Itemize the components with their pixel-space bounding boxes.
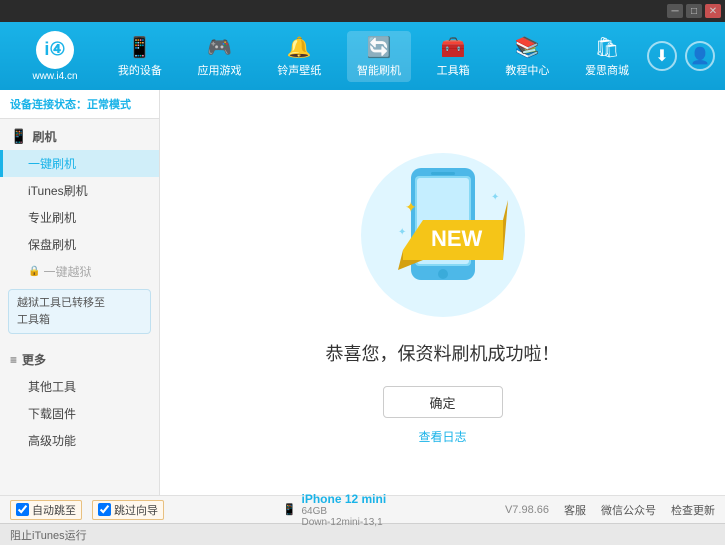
jailbreak-info-box: 越狱工具已转移至工具箱 <box>8 289 151 334</box>
logo-icon: i④ <box>36 31 74 69</box>
sidebar-item-one-click-flash[interactable]: 一键刷机 <box>0 150 159 177</box>
nav-item-tutorials[interactable]: 📚 教程中心 <box>495 31 559 82</box>
close-btn[interactable]: ✕ <box>705 4 721 18</box>
restore-btn[interactable]: □ <box>686 4 702 18</box>
sidebar: 设备连接状态：正常模式 📱 刷机 一键刷机 iTunes刷机 专业刷机 保盘刷机… <box>0 90 160 495</box>
nav-label-apps: 应用游戏 <box>198 62 242 78</box>
apps-icon: 🎮 <box>207 35 232 60</box>
flash-section: 📱 刷机 一键刷机 iTunes刷机 专业刷机 保盘刷机 🔒 一键越狱 越狱工具… <box>0 119 159 342</box>
wechat-link[interactable]: 微信公众号 <box>601 502 656 518</box>
nav-items: 📱 我的设备 🎮 应用游戏 🔔 铃声壁纸 🔄 智能刷机 🧰 工具箱 📚 教程中心… <box>100 31 647 82</box>
sidebar-item-jailbreak: 🔒 一键越狱 <box>0 258 159 285</box>
ringtones-icon: 🔔 <box>287 35 312 60</box>
header: i④ www.i4.cn 📱 我的设备 🎮 应用游戏 🔔 铃声壁纸 🔄 智能刷机… <box>0 22 725 90</box>
more-section: ≡ 更多 其他工具 下载固件 高级功能 <box>0 342 159 458</box>
view-log-link[interactable]: 查看日志 <box>418 428 466 445</box>
nav-label-store: 爱思商城 <box>585 62 629 78</box>
tutorials-icon: 📚 <box>515 35 540 60</box>
nav-label-smart-flash: 智能刷机 <box>357 62 401 78</box>
device-details: iPhone 12 mini 64GB Down-12mini-13,1 <box>301 492 386 528</box>
svg-text:NEW: NEW <box>431 226 483 251</box>
logo-area: i④ www.i4.cn <box>10 31 100 82</box>
bottom-bar: 自动跳至 跳过向导 📱 iPhone 12 mini 64GB Down-12m… <box>0 495 725 523</box>
logo-text: www.i4.cn <box>32 71 77 82</box>
nav-label-ringtones: 铃声壁纸 <box>277 62 321 78</box>
skip-guide-input[interactable] <box>98 503 111 516</box>
nav-item-apps[interactable]: 🎮 应用游戏 <box>188 31 252 82</box>
more-section-icon: ≡ <box>10 353 17 367</box>
jailbreak-info-text: 越狱工具已转移至工具箱 <box>17 297 105 326</box>
nav-label-my-device: 我的设备 <box>118 62 162 78</box>
nav-item-toolbox[interactable]: 🧰 工具箱 <box>427 31 480 82</box>
device-status: 设备连接状态：正常模式 <box>0 90 159 119</box>
success-text: 恭喜您，保资料刷机成功啦！ <box>326 340 560 366</box>
user-btn[interactable]: 👤 <box>685 41 715 71</box>
skip-guide-label: 跳过向导 <box>114 502 158 518</box>
sidebar-item-download-firmware[interactable]: 下载固件 <box>0 400 159 427</box>
lock-icon: 🔒 <box>28 266 40 277</box>
nav-item-store[interactable]: 🛍 爱思商城 <box>575 31 639 82</box>
auto-jump-checkbox[interactable]: 自动跳至 <box>10 500 82 520</box>
more-section-label: 更多 <box>22 351 46 368</box>
nav-right: ⬇ 👤 <box>647 41 715 71</box>
nav-item-my-device[interactable]: 📱 我的设备 <box>108 31 172 82</box>
svg-text:✦: ✦ <box>405 199 417 215</box>
skip-guide-checkbox[interactable]: 跳过向导 <box>92 500 164 520</box>
version-label: V7.98.66 <box>505 504 549 516</box>
success-illustration: NEW ✦ ✦ ✦ ✦ <box>343 140 543 340</box>
toolbox-icon: 🧰 <box>441 35 466 60</box>
bottom-right: V7.98.66 客服 微信公众号 检查更新 <box>505 502 715 518</box>
sidebar-item-other-tools[interactable]: 其他工具 <box>0 373 159 400</box>
download-btn[interactable]: ⬇ <box>647 41 677 71</box>
device-version: Down-12mini-13,1 <box>301 517 386 528</box>
sidebar-item-advanced[interactable]: 高级功能 <box>0 427 159 454</box>
sidebar-item-pro-flash[interactable]: 专业刷机 <box>0 204 159 231</box>
nav-item-ringtones[interactable]: 🔔 铃声壁纸 <box>267 31 331 82</box>
flash-section-title: 📱 刷机 <box>0 123 159 150</box>
success-svg: NEW ✦ ✦ ✦ ✦ <box>343 140 543 340</box>
more-section-title: ≡ 更多 <box>0 346 159 373</box>
auto-jump-input[interactable] <box>16 503 29 516</box>
sidebar-item-itunes-flash[interactable]: iTunes刷机 <box>0 177 159 204</box>
customer-service-link[interactable]: 客服 <box>564 502 586 518</box>
jailbreak-label: 一键越狱 <box>43 263 91 280</box>
device-info: 📱 iPhone 12 mini 64GB Down-12mini-13,1 <box>283 492 386 528</box>
sidebar-item-save-flash[interactable]: 保盘刷机 <box>0 231 159 258</box>
content-area: NEW ✦ ✦ ✦ ✦ 恭喜您，保资料刷机成功啦！ 确定 查看日志 <box>160 90 725 495</box>
svg-text:✦: ✦ <box>495 227 503 238</box>
check-update-link[interactable]: 检查更新 <box>671 502 715 518</box>
device-name: iPhone 12 mini <box>301 492 386 506</box>
confirm-button[interactable]: 确定 <box>383 386 503 418</box>
bottom-left: 自动跳至 跳过向导 <box>10 500 164 520</box>
svg-text:✦: ✦ <box>491 192 499 203</box>
title-bar: ─ □ ✕ <box>0 0 725 22</box>
itunes-status: 阻止iTunes运行 <box>10 527 87 543</box>
device-storage: 64GB <box>301 506 386 517</box>
nav-item-smart-flash[interactable]: 🔄 智能刷机 <box>347 31 411 82</box>
flash-section-label: 刷机 <box>32 128 56 145</box>
auto-jump-label: 自动跳至 <box>32 502 76 518</box>
minimize-btn[interactable]: ─ <box>667 4 683 18</box>
flash-section-icon: 📱 <box>10 128 27 145</box>
nav-label-toolbox: 工具箱 <box>437 62 470 78</box>
my-device-icon: 📱 <box>127 35 152 60</box>
phone-icon: 📱 <box>283 503 297 516</box>
main-area: 设备连接状态：正常模式 📱 刷机 一键刷机 iTunes刷机 专业刷机 保盘刷机… <box>0 90 725 495</box>
device-status-value: 正常模式 <box>87 99 131 111</box>
device-status-label: 设备连接状态： <box>10 99 87 111</box>
smart-flash-icon: 🔄 <box>367 35 392 60</box>
nav-label-tutorials: 教程中心 <box>505 62 549 78</box>
store-icon: 🛍 <box>594 35 619 60</box>
svg-text:✦: ✦ <box>398 227 406 238</box>
